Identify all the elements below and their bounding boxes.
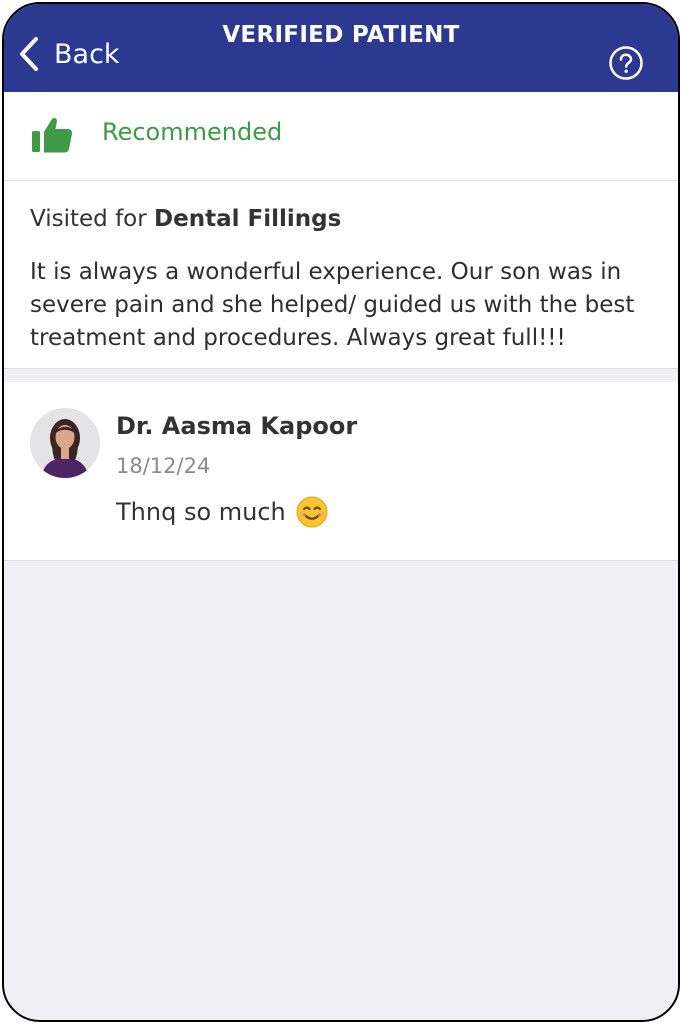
review-card: Visited for Dental Fillings It is always… xyxy=(4,181,678,369)
thumbs-up-icon xyxy=(32,117,73,153)
recommended-label: Recommended xyxy=(102,118,283,146)
reply-text: Thnq so much xyxy=(116,498,286,526)
page-title: VERIFIED PATIENT xyxy=(222,22,460,48)
visited-for-line: Visited for Dental Fillings xyxy=(30,206,341,232)
doctor-reply-card: Dr. Aasma Kapoor 18/12/24 Thnq so much xyxy=(4,382,678,561)
visited-prefix: Visited for xyxy=(30,206,147,232)
doctor-name: Dr. Aasma Kapoor xyxy=(116,412,358,440)
phone-frame: Back VERIFIED PATIENT Recommended Visite… xyxy=(2,2,680,1022)
reply-message: Thnq so much xyxy=(116,496,328,528)
top-bar: Back VERIFIED PATIENT xyxy=(4,4,678,92)
reply-date: 18/12/24 xyxy=(116,454,211,478)
recommendation-row: Recommended xyxy=(4,92,678,181)
doctor-avatar-image xyxy=(30,408,100,478)
question-circle-icon[interactable] xyxy=(608,45,644,81)
treatment-name: Dental Fillings xyxy=(154,206,342,232)
avatar xyxy=(30,408,100,478)
review-text: It is always a wonderful experience. Our… xyxy=(30,259,635,351)
smiling-face-emoji xyxy=(296,496,328,528)
